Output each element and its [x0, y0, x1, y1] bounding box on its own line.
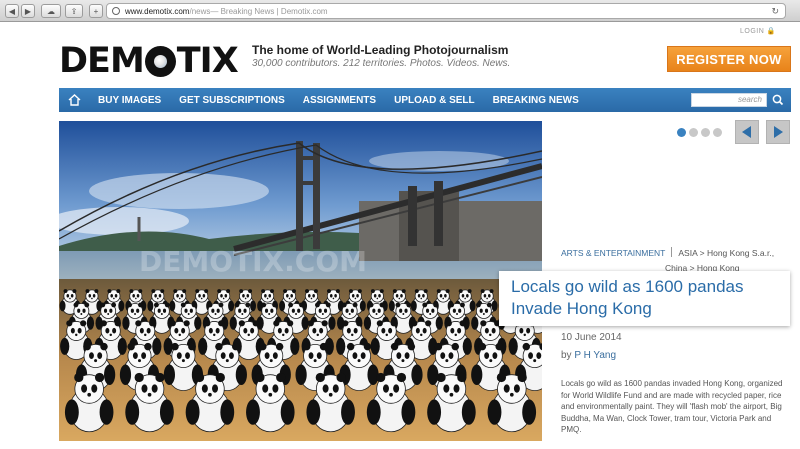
demotix-logo[interactable]: DEM TIX	[59, 41, 239, 81]
nav-buy-images[interactable]: BUY IMAGES	[89, 95, 170, 106]
url-host: www.demotix.com	[125, 6, 190, 16]
login-label: LOGIN	[740, 28, 765, 35]
nav-breaking-news[interactable]: BREAKING NEWS	[484, 95, 588, 106]
logo-lens-icon	[144, 45, 176, 77]
main-nav: BUY IMAGES GET SUBSCRIPTIONS ASSIGNMENTS…	[59, 88, 791, 112]
search-icon	[772, 94, 784, 106]
site-tagline: The home of World-Leading Photojournalis…	[252, 43, 509, 57]
search-input[interactable]: search	[691, 93, 767, 107]
search-button[interactable]	[771, 93, 785, 107]
article-summary: Locals go wild as 1600 pandas invaded Ho…	[561, 379, 783, 434]
slider-pagination	[677, 128, 722, 137]
share-icon: ⇪	[70, 6, 78, 16]
back-arrow-icon: ◀	[8, 6, 16, 16]
lock-icon: 🔒	[766, 28, 776, 35]
cloud-icon: ☁	[47, 6, 55, 16]
slider-next-button[interactable]	[766, 120, 790, 144]
author-link[interactable]: P H Yang	[574, 350, 616, 361]
nav-upload-sell[interactable]: UPLOAD & SELL	[385, 95, 484, 106]
slider-dot-4[interactable]	[713, 128, 722, 137]
browser-toolbar: ◀ ▶ ☁ ⇪ + www.demotix.com/news — Breakin…	[0, 0, 800, 22]
reload-icon[interactable]: ↻	[771, 6, 779, 17]
byline-prefix: by	[561, 350, 572, 361]
back-button[interactable]: ◀	[5, 4, 19, 18]
icloud-button[interactable]: ☁	[41, 4, 61, 18]
arrow-left-icon	[742, 126, 751, 138]
article-date: 10 June 2014	[561, 332, 622, 343]
new-tab-button[interactable]: +	[89, 4, 103, 18]
slider-dot-1[interactable]	[677, 128, 686, 137]
url-path: /news	[189, 6, 211, 16]
breadcrumb-divider	[671, 247, 673, 257]
article-byline: by P H Yang	[561, 350, 616, 361]
category-link[interactable]: ARTS & ENTERTAINMENT	[561, 248, 665, 258]
forward-arrow-icon: ▶	[24, 6, 32, 16]
slider-dot-2[interactable]	[689, 128, 698, 137]
login-link[interactable]: LOGIN 🔒	[740, 27, 776, 35]
forward-button[interactable]: ▶	[21, 4, 35, 18]
slider-dot-3[interactable]	[701, 128, 710, 137]
nav-assignments[interactable]: ASSIGNMENTS	[294, 95, 385, 106]
site-icon	[112, 7, 120, 15]
share-button[interactable]: ⇪	[65, 4, 83, 18]
pandas-bridge-photo: DEMOTIX.COM	[59, 121, 542, 441]
arrow-right-icon	[774, 126, 783, 138]
slider-prev-button[interactable]	[735, 120, 759, 144]
site-subline: 30,000 contributors. 212 territories. Ph…	[252, 58, 511, 69]
nav-get-subscriptions[interactable]: GET SUBSCRIPTIONS	[170, 95, 294, 106]
home-icon	[68, 94, 80, 106]
logo-text-left: DEM	[59, 41, 145, 81]
headline-card[interactable]: Locals go wild as 1600 pandas Invade Hon…	[499, 271, 790, 326]
register-button[interactable]: REGISTER NOW	[667, 46, 791, 72]
logo-text-right: TIX	[176, 41, 239, 81]
page-title: — Breaking News | Demotix.com	[210, 6, 328, 16]
location-asia[interactable]: ASIA	[678, 248, 697, 258]
watermark-text: DEMOTIX.COM	[139, 245, 367, 278]
article-headline[interactable]: Locals go wild as 1600 pandas Invade Hon…	[511, 276, 790, 320]
location-hong-kong-sar[interactable]: Hong Kong S.a.r.,	[707, 248, 774, 258]
home-button[interactable]	[59, 88, 89, 112]
address-bar[interactable]: www.demotix.com/news — Breaking News | D…	[106, 3, 786, 19]
hero-photo[interactable]: DEMOTIX.COM	[59, 121, 542, 441]
plus-icon: +	[93, 6, 99, 16]
